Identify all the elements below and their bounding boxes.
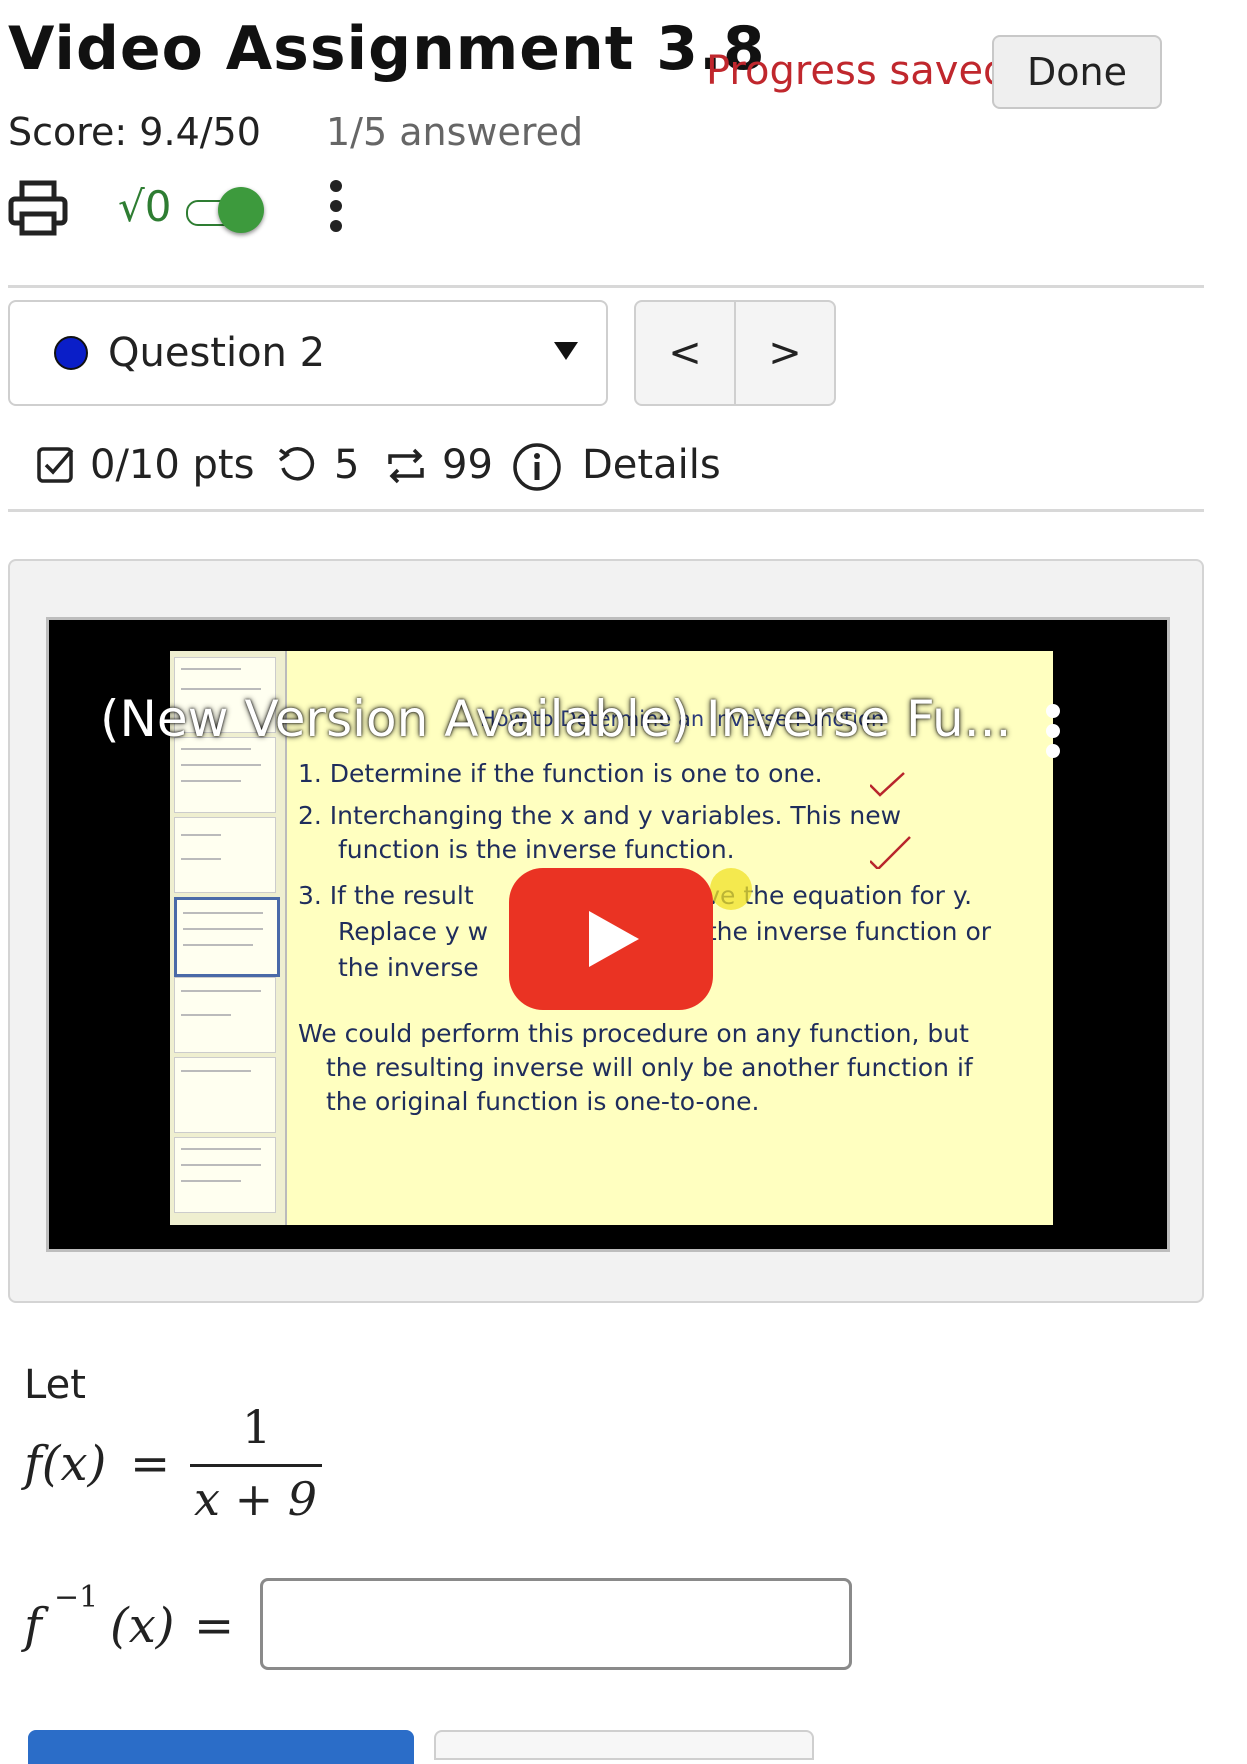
question-nav-group: < > <box>634 300 836 406</box>
equals-sign: = <box>130 1436 171 1492</box>
versions-count: 99 <box>442 442 493 488</box>
video-title[interactable]: (New Version Available) Inverse Fu... <box>100 690 1011 748</box>
cursor-highlight <box>710 868 752 910</box>
progress-status: Progress saved <box>706 48 1009 94</box>
question-select-label: Question 2 <box>108 330 326 376</box>
inverse-equation: f −1 (x) = <box>24 1576 274 1676</box>
info-icon[interactable] <box>512 442 562 502</box>
checkbox-icon <box>36 446 76 496</box>
function-lhs: f(x) <box>24 1436 107 1492</box>
printer-icon[interactable] <box>8 180 68 236</box>
inverse-lhs-exponent: −1 <box>54 1580 99 1615</box>
fraction-bar <box>190 1464 322 1467</box>
slide-line: Replace y w <box>338 917 489 946</box>
question-status-dot <box>54 336 88 370</box>
slide-line: 1. Determine if the function is one to o… <box>298 759 823 788</box>
score-text: Score: 9.4/50 <box>8 110 261 154</box>
vertical-dots-icon[interactable] <box>1044 702 1062 762</box>
fraction-denominator: x + 9 <box>194 1472 317 1526</box>
slide-line: the inverse <box>338 953 479 982</box>
slide-line: the resulting inverse will only be anoth… <box>326 1053 973 1082</box>
previous-question-button[interactable]: < <box>636 302 736 404</box>
next-question-button[interactable]: > <box>736 302 834 404</box>
secondary-button[interactable] <box>434 1730 814 1760</box>
chevron-down-icon <box>554 342 578 360</box>
slide-line: 2. Interchanging the x and y variables. … <box>298 801 902 830</box>
page-title: Video Assignment 3.8 <box>8 14 766 84</box>
slide-line: We could perform this procedure on any f… <box>298 1019 969 1048</box>
function-equation: f(x) = 1 x + 9 <box>24 1400 344 1546</box>
fraction-numerator: 1 <box>242 1400 272 1454</box>
inverse-lhs-base: f <box>24 1598 42 1654</box>
divider <box>8 509 1204 512</box>
versions-icon <box>384 446 428 496</box>
problem-intro: Let <box>24 1362 86 1408</box>
attempts-count: 5 <box>334 442 360 488</box>
answered-count: 1/5 answered <box>326 110 584 154</box>
question-meta-row: 0/10 pts 5 99 Details <box>36 442 836 502</box>
done-button[interactable]: Done <box>992 35 1162 109</box>
slide-line: function is the inverse function. <box>338 835 735 864</box>
answer-input[interactable] <box>260 1578 852 1670</box>
sqrt-icon: √0 <box>118 182 172 231</box>
checkmark-annotation <box>870 772 911 869</box>
more-options-icon[interactable] <box>318 176 354 236</box>
details-link[interactable]: Details <box>582 442 721 488</box>
slide-line: the original function is one-to-one. <box>326 1087 760 1116</box>
points-text: 0/10 pts <box>90 442 255 488</box>
youtube-play-icon[interactable] <box>509 868 713 1010</box>
submit-button[interactable] <box>28 1730 414 1764</box>
divider <box>8 285 1204 288</box>
inverse-lhs-arg: (x) <box>110 1598 175 1654</box>
slide-line: 3. If the result <box>298 881 474 910</box>
question-select[interactable]: Question 2 <box>8 300 608 406</box>
toggle-knob <box>218 187 264 233</box>
math-input-toggle[interactable]: √0 <box>118 176 278 240</box>
retry-icon <box>276 444 320 498</box>
equals-sign: = <box>194 1598 235 1654</box>
slide-line: g the inverse function or <box>683 917 992 946</box>
